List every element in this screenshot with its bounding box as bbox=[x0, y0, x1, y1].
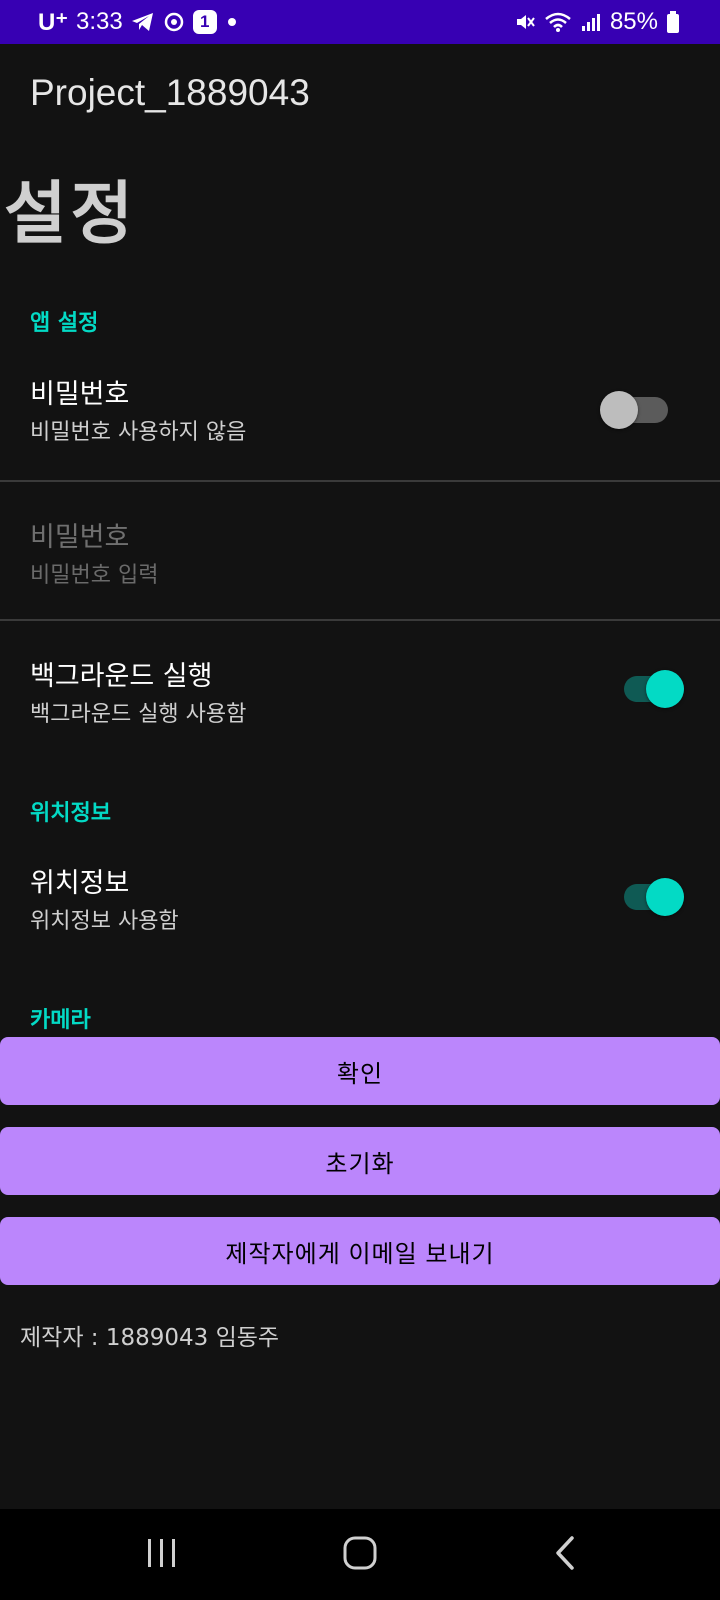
pref-background-run[interactable]: 백그라운드 실행 백그라운드 실행 사용함 bbox=[0, 654, 720, 750]
switch-thumb bbox=[646, 878, 684, 916]
mute-icon bbox=[514, 11, 536, 33]
reset-button[interactable]: 초기화 bbox=[0, 1127, 720, 1195]
switch-thumb bbox=[600, 391, 638, 429]
pref-summary: 백그라운드 실행 사용함 bbox=[30, 702, 247, 727]
divider bbox=[0, 619, 720, 621]
pref-title: 비밀번호 bbox=[30, 522, 130, 553]
page-title: 설정 bbox=[4, 175, 138, 254]
status-time: 3:33 bbox=[76, 8, 123, 35]
notification-badge-icon: 1 bbox=[192, 10, 217, 34]
back-button[interactable] bbox=[505, 1509, 625, 1600]
pref-title: 위치정보 bbox=[30, 868, 130, 899]
category-location: 위치정보 bbox=[30, 801, 111, 826]
password-switch[interactable] bbox=[600, 391, 668, 429]
battery-percent: 85% bbox=[609, 8, 658, 35]
switch-thumb bbox=[646, 670, 684, 708]
pref-title: 비밀번호 bbox=[30, 379, 130, 410]
pref-summary: 비밀번호 사용하지 않음 bbox=[30, 420, 247, 445]
category-camera: 카메라 bbox=[30, 1008, 91, 1033]
author-credit: 제작자 : 1889043 임동주 bbox=[20, 1325, 280, 1351]
signal-icon bbox=[580, 11, 602, 33]
pref-password-toggle[interactable]: 비밀번호 비밀번호 사용하지 않음 bbox=[0, 372, 720, 468]
recents-button[interactable] bbox=[102, 1509, 222, 1600]
home-button[interactable] bbox=[300, 1509, 420, 1600]
background-run-switch[interactable] bbox=[624, 670, 684, 708]
pref-summary: 비밀번호 입력 bbox=[30, 563, 159, 588]
app-title: Project_1889043 bbox=[30, 72, 310, 113]
navigation-bar bbox=[0, 1509, 720, 1600]
home-icon bbox=[342, 1535, 378, 1575]
divider bbox=[0, 480, 720, 482]
pref-password-input: 비밀번호 비밀번호 입력 bbox=[0, 515, 720, 605]
recents-icon bbox=[145, 1537, 179, 1573]
pref-title: 백그라운드 실행 bbox=[30, 661, 213, 692]
battery-icon bbox=[666, 10, 680, 34]
location-switch[interactable] bbox=[624, 878, 684, 916]
dot-icon bbox=[225, 15, 239, 29]
wifi-icon bbox=[544, 11, 572, 33]
pref-location-toggle[interactable]: 위치정보 위치정보 사용함 bbox=[0, 861, 720, 957]
status-bar: U⁺ 3:33 1 85% bbox=[0, 0, 720, 44]
pref-summary: 위치정보 사용함 bbox=[30, 909, 179, 934]
category-app-settings: 앱 설정 bbox=[30, 311, 99, 336]
sync-icon bbox=[163, 11, 185, 33]
telegram-icon bbox=[131, 11, 155, 33]
email-developer-button[interactable]: 제작자에게 이메일 보내기 bbox=[0, 1217, 720, 1285]
carrier-label: U⁺ bbox=[38, 8, 68, 36]
back-icon bbox=[552, 1535, 578, 1575]
confirm-button[interactable]: 확인 bbox=[0, 1037, 720, 1105]
